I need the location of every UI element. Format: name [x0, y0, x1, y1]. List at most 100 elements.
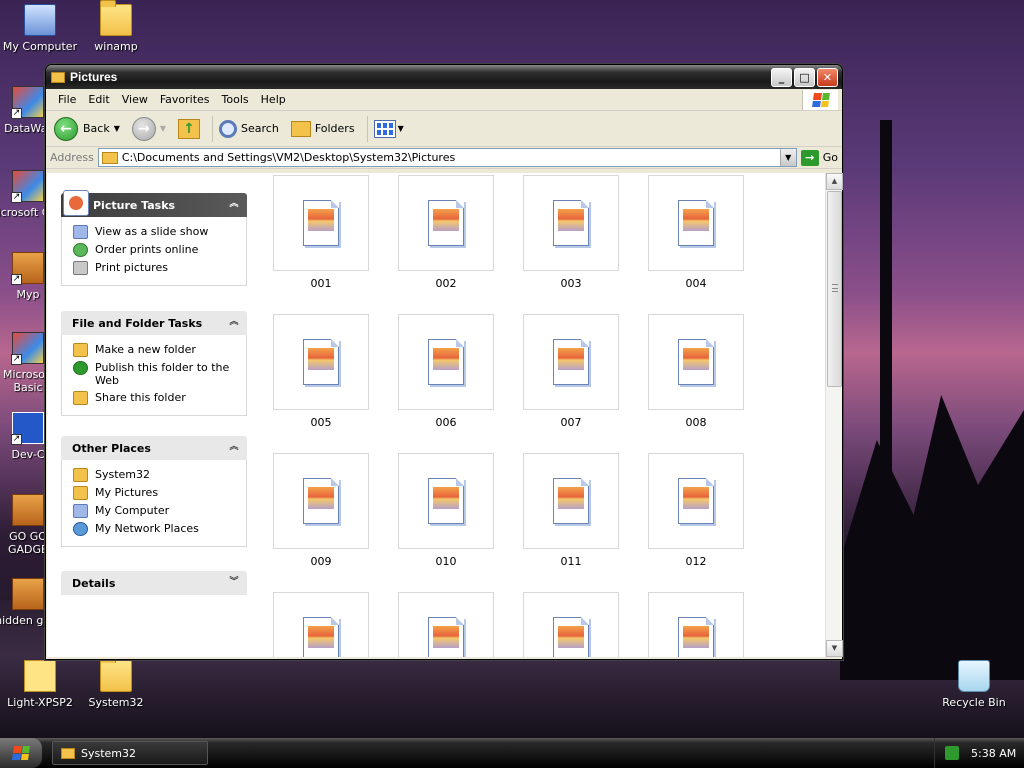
desktop-icon-recycle-bin[interactable]: Recycle Bin	[934, 660, 1014, 709]
task-new-folder[interactable]: Make a new folder	[73, 343, 246, 357]
file-name: 005	[310, 416, 332, 429]
scroll-up-arrow-icon[interactable]: ▲	[826, 173, 843, 190]
recycle-bin-icon	[958, 660, 990, 692]
collapse-chevron-icon[interactable]: ︽	[227, 316, 241, 330]
file-thumbnail[interactable]: 011	[523, 453, 619, 568]
file-thumbnail[interactable]	[273, 592, 369, 657]
thumbnail-frame	[273, 453, 369, 549]
image-file-icon	[553, 617, 589, 657]
go-arrow-icon: →	[800, 149, 819, 166]
task-publish-web[interactable]: Publish this folder to the Web	[73, 361, 246, 387]
task-order-prints[interactable]: Order prints online	[73, 243, 246, 257]
title-bar[interactable]: Pictures _ □ ✕	[46, 65, 842, 89]
file-thumbnail[interactable]: 001	[273, 175, 369, 290]
file-thumbnail[interactable]: 005	[273, 314, 369, 429]
clock[interactable]: 5:38 AM	[971, 747, 1016, 760]
image-file-icon	[553, 478, 589, 524]
forward-button[interactable]: → ▼	[131, 116, 172, 141]
picture-tasks-title: Picture Tasks	[93, 198, 176, 212]
views-button[interactable]: ▼	[373, 119, 410, 138]
other-places-header[interactable]: Other Places ︽	[61, 436, 247, 460]
file-name: 006	[435, 416, 457, 429]
task-share-folder[interactable]: Share this folder	[73, 391, 246, 405]
place-my-network-places[interactable]: My Network Places	[73, 522, 246, 536]
taskbar-button-system32[interactable]: System32	[52, 741, 208, 765]
desktop-icon-my-computer[interactable]: My Computer	[0, 4, 80, 53]
task-pane: Picture Tasks ︽ View as a slide show Ord…	[47, 173, 257, 657]
shortcut-arrow-icon: ↗	[11, 108, 22, 119]
desktop-icon-system32[interactable]: System32	[76, 656, 156, 709]
dropdown-arrow-icon[interactable]: ▼	[160, 124, 166, 133]
toolbar-separator	[366, 115, 368, 142]
file-folder-tasks-header[interactable]: File and Folder Tasks ︽	[61, 311, 247, 335]
app-icon: ↗	[11, 86, 44, 119]
publish-web-icon	[73, 361, 88, 375]
other-places-title: Other Places	[72, 441, 151, 455]
file-thumbnail[interactable]: 008	[648, 314, 744, 429]
task-view-slideshow[interactable]: View as a slide show	[73, 225, 246, 239]
dropdown-arrow-icon[interactable]: ▼	[114, 124, 120, 133]
new-folder-icon	[73, 343, 88, 357]
menu-edit[interactable]: Edit	[82, 93, 115, 106]
windows-flag-icon	[811, 93, 830, 107]
picture-tasks-header[interactable]: Picture Tasks ︽	[61, 190, 247, 217]
file-thumbnail[interactable]	[648, 592, 744, 657]
collapse-chevron-icon[interactable]: ︽	[227, 198, 241, 212]
file-thumbnail[interactable]: 004	[648, 175, 744, 290]
picture-tasks-icon	[63, 190, 89, 216]
expand-chevron-icon[interactable]: ︾	[227, 576, 241, 590]
place-label: My Computer	[95, 504, 170, 517]
file-thumbnail[interactable]: 007	[523, 314, 619, 429]
image-file-icon	[678, 617, 714, 657]
file-folder-tasks-title: File and Folder Tasks	[72, 316, 203, 330]
windows-logo	[802, 90, 838, 110]
file-name: 001	[310, 277, 332, 290]
desktop-icon-winamp[interactable]: winamp	[76, 0, 156, 53]
details-header[interactable]: Details ︾	[61, 571, 247, 595]
file-thumbnail[interactable]: 006	[398, 314, 494, 429]
address-input[interactable]: C:\Documents and Settings\VM2\Desktop\Sy…	[97, 148, 797, 167]
go-button[interactable]: → Go	[800, 149, 838, 166]
close-button[interactable]: ✕	[817, 67, 838, 87]
menu-help[interactable]: Help	[255, 93, 292, 106]
file-thumbnail[interactable]	[523, 592, 619, 657]
place-my-computer[interactable]: My Computer	[73, 504, 246, 518]
place-system32[interactable]: System32	[73, 468, 246, 482]
file-thumbnail[interactable]: 012	[648, 453, 744, 568]
minimize-button[interactable]: _	[771, 67, 792, 87]
back-button[interactable]: ← Back ▼	[54, 116, 126, 141]
address-dropdown-button[interactable]: ▼	[779, 149, 796, 166]
file-thumbnail[interactable]: 010	[398, 453, 494, 568]
scrollbar-thumb[interactable]	[827, 191, 842, 387]
menu-file[interactable]: File	[52, 93, 82, 106]
scroll-down-arrow-icon[interactable]: ▼	[826, 640, 843, 657]
content-area: Picture Tasks ︽ View as a slide show Ord…	[47, 173, 843, 657]
folders-button[interactable]: Folders	[290, 120, 355, 137]
file-thumbnail[interactable]: 003	[523, 175, 619, 290]
menu-favorites[interactable]: Favorites	[154, 93, 216, 106]
place-label: System32	[95, 468, 151, 481]
vertical-scrollbar[interactable]: ▲ ▼	[825, 173, 843, 657]
desktop-icon-label: winamp	[94, 40, 138, 53]
search-button[interactable]: Search	[219, 119, 279, 138]
task-print-pictures[interactable]: Print pictures	[73, 261, 246, 275]
slideshow-icon	[73, 225, 88, 239]
search-icon	[219, 119, 238, 138]
details-title: Details	[72, 576, 116, 590]
file-thumbnail[interactable]: 009	[273, 453, 369, 568]
file-thumbnail[interactable]	[398, 592, 494, 657]
maximize-button[interactable]: □	[794, 67, 815, 87]
up-folder-button[interactable]: ↑	[178, 118, 201, 139]
thumbnail-frame	[648, 175, 744, 271]
desktop-icon-lightxp[interactable]: Light-XPSP2	[0, 660, 80, 709]
app-icon: ↗	[11, 412, 44, 445]
thumbnail-frame	[523, 592, 619, 657]
start-button[interactable]	[0, 738, 42, 768]
place-my-pictures[interactable]: My Pictures	[73, 486, 246, 500]
place-label: My Network Places	[95, 522, 199, 535]
network-tray-icon[interactable]	[945, 746, 959, 760]
menu-view[interactable]: View	[116, 93, 154, 106]
menu-tools[interactable]: Tools	[216, 93, 255, 106]
collapse-chevron-icon[interactable]: ︽	[227, 441, 241, 455]
file-thumbnail[interactable]: 002	[398, 175, 494, 290]
